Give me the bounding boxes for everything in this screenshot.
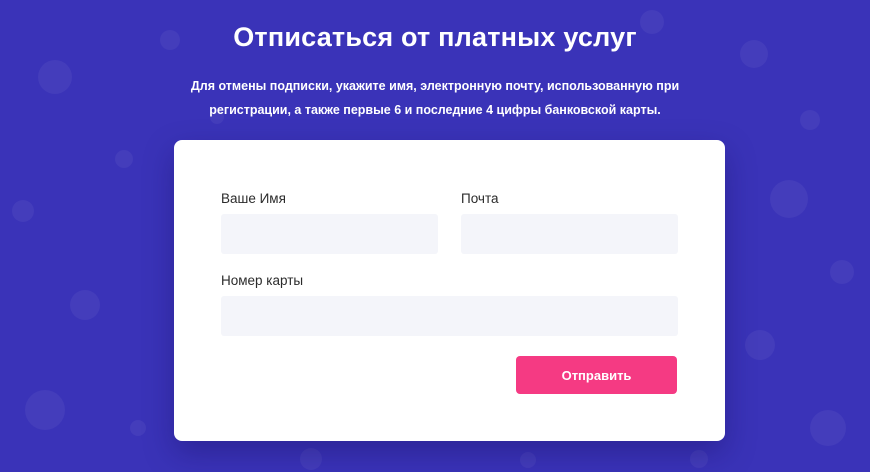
bubble (70, 290, 100, 320)
submit-button[interactable]: Отправить (516, 356, 677, 394)
unsubscribe-form-card: Ваше Имя Почта Номер карты Отправить (174, 140, 725, 441)
name-label: Ваше Имя (221, 191, 286, 206)
bubble (810, 410, 846, 446)
bubble (830, 260, 854, 284)
bubble (25, 390, 65, 430)
bubble (12, 200, 34, 222)
bubble (130, 420, 146, 436)
bubble (770, 180, 808, 218)
bubble (690, 450, 708, 468)
bubble (745, 330, 775, 360)
page-subtitle: Для отмены подписки, укажите имя, электр… (190, 79, 680, 117)
bubble (800, 110, 820, 130)
email-label: Почта (461, 191, 499, 206)
name-input[interactable] (221, 214, 438, 254)
bubble (38, 60, 72, 94)
card-number-label: Номер карты (221, 273, 304, 288)
email-input[interactable] (461, 214, 678, 254)
page-title: Отписаться от платных услуг (233, 22, 637, 52)
card-number-input[interactable] (221, 296, 678, 336)
bubble (115, 150, 133, 168)
bubble (520, 452, 536, 468)
bubble (300, 448, 322, 470)
